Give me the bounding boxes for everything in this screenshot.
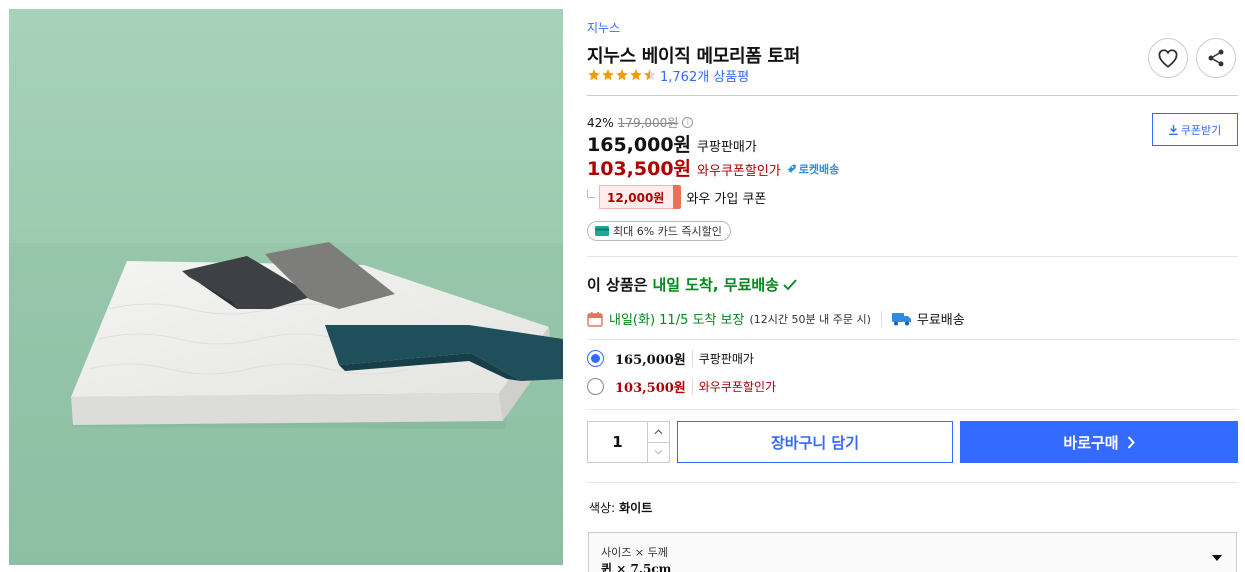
quantity-arrows (647, 422, 669, 462)
star-icon (602, 69, 614, 81)
wow-price: 103,500원 (587, 158, 692, 180)
info-icon[interactable]: i (682, 117, 694, 128)
quantity-decrease-button[interactable] (648, 443, 669, 463)
rating-stars (587, 68, 657, 82)
wishlist-button[interactable] (1148, 38, 1188, 78)
radio-unselected[interactable] (587, 378, 604, 395)
wow-price-row: 103,500원 와우쿠폰할인가 로켓배송 (587, 154, 839, 181)
option-label: 와우쿠폰할인가 (691, 378, 776, 395)
star-icon (630, 69, 642, 81)
topper-photo (9, 9, 563, 565)
arrival-row: 내일(화) 11/5 도착 보장 (12시간 50분 내 주문 시) 무료배송 (587, 309, 965, 328)
divider (880, 310, 882, 327)
sale-price: 165,000원 (587, 134, 692, 156)
truck-icon (891, 312, 911, 325)
sale-price-row: 165,000원 쿠팡판매가 (587, 130, 757, 157)
credit-card-icon (595, 226, 609, 236)
chevron-up-icon (654, 429, 663, 434)
size-option-select[interactable]: 사이즈 × 두께 퀸 × 7.5cm (588, 532, 1237, 572)
purchase-option-sale[interactable]: 165,000원 쿠팡판매가 (587, 349, 754, 368)
original-price: 179,000원 (617, 116, 679, 130)
order-condition: (12시간 50분 내 주문 시) (749, 312, 871, 326)
delivery-headline: 이 상품은 내일 도착, 무료배송 (587, 274, 797, 295)
heart-icon (1158, 49, 1178, 68)
half-star-icon (644, 69, 656, 81)
star-icon (616, 69, 628, 81)
option-amount: 165,000원 (615, 353, 686, 368)
divider (587, 95, 1238, 96)
share-button[interactable] (1196, 38, 1236, 78)
option-label: 쿠팡판매가 (691, 350, 754, 367)
caret-down-icon (1212, 555, 1222, 561)
quantity-stepper[interactable]: 1 (587, 421, 670, 463)
card-discount-badge[interactable]: 최대 6% 카드 즉시할인 (587, 221, 731, 241)
quantity-increase-button[interactable] (648, 422, 669, 443)
discount-line: 42% 179,000원 i (587, 114, 694, 131)
color-value: 화이트 (619, 501, 653, 515)
divider (587, 482, 1238, 483)
sale-price-label: 쿠팡판매가 (697, 140, 757, 155)
check-icon (783, 278, 797, 290)
review-count[interactable]: 1,762개 상품평 (660, 66, 749, 85)
option-amount: 103,500원 (615, 381, 686, 396)
rocket-icon (787, 164, 796, 173)
elbow-connector (587, 190, 595, 198)
chevron-down-icon (654, 450, 663, 455)
coupon-download-button[interactable]: 쿠폰받기 (1152, 113, 1238, 146)
product-image[interactable] (9, 9, 563, 565)
radio-selected[interactable] (587, 350, 604, 367)
product-title: 지누스 베이직 메모리폼 토퍼 (587, 46, 801, 67)
calendar-icon (587, 311, 603, 327)
discount-rate: 42% (587, 115, 614, 130)
product-info-panel: 지누스 지누스 베이직 메모리폼 토퍼 1,762개 상품평 42% 179,0… (587, 0, 1238, 572)
coupon-row: 12,000원 와우 가입 쿠폰 (587, 185, 766, 209)
add-to-cart-button[interactable]: 장바구니 담기 (677, 421, 953, 463)
chevron-right-icon (1127, 435, 1135, 449)
share-icon (1208, 49, 1224, 67)
divider (587, 339, 1238, 340)
coupon-description: 와우 가입 쿠폰 (686, 191, 767, 207)
download-icon (1168, 124, 1178, 135)
star-icon (588, 69, 600, 81)
free-shipping: 무료배송 (891, 309, 965, 328)
rocket-delivery-badge: 로켓배송 (785, 161, 839, 177)
color-label: 색상: (589, 501, 616, 515)
quantity-input[interactable]: 1 (588, 422, 647, 462)
size-option-label: 사이즈 × 두께 (601, 546, 668, 559)
buy-now-button[interactable]: 바로구매 (960, 421, 1238, 463)
color-option: 색상: 화이트 (589, 499, 652, 516)
wow-price-label: 와우쿠폰할인가 (697, 164, 781, 179)
divider (587, 256, 1238, 257)
size-option-value: 퀸 × 7.5cm (601, 562, 672, 572)
rating[interactable]: 1,762개 상품평 (587, 66, 749, 85)
divider (587, 409, 1238, 410)
purchase-option-wow[interactable]: 103,500원 와우쿠폰할인가 (587, 377, 776, 396)
coupon-amount-tag: 12,000원 (599, 185, 682, 209)
arrival-date: 내일(화) 11/5 도착 보장 (609, 313, 745, 328)
brand-link[interactable]: 지누스 (587, 19, 620, 36)
